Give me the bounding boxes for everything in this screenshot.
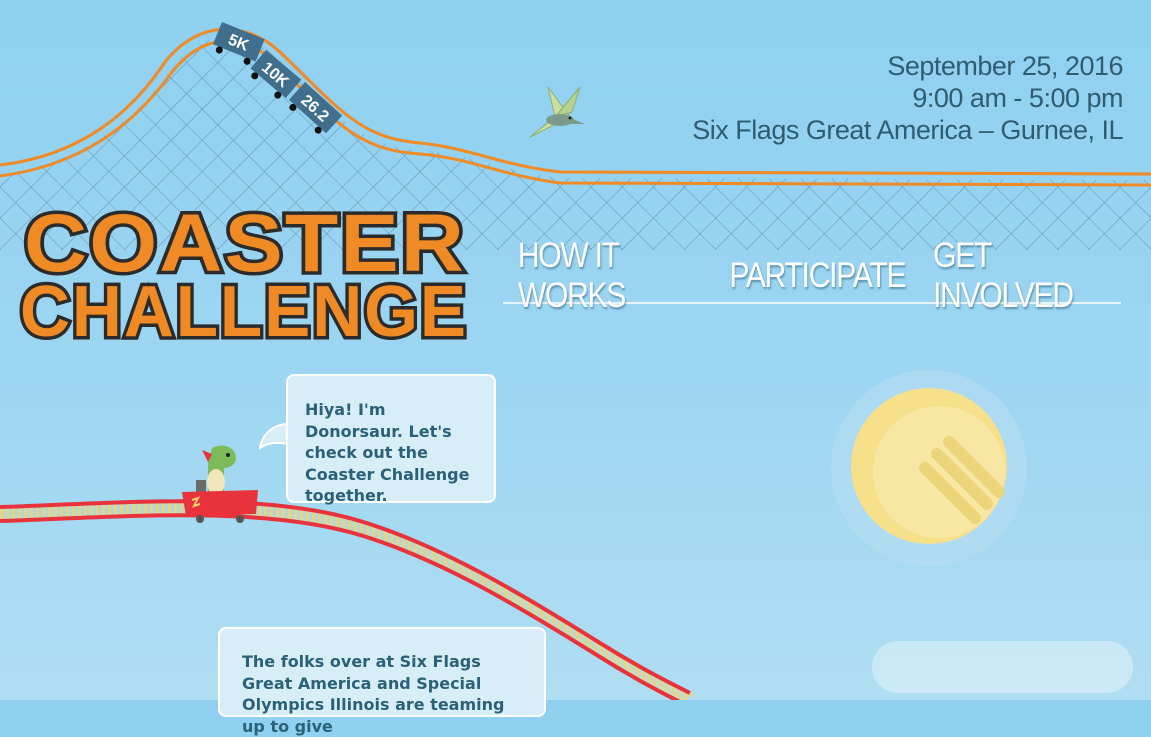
intro-bubble-text: Hiya! I'm Donorsaur. Let's check out the… xyxy=(305,400,470,505)
red-coaster-track xyxy=(0,499,694,700)
second-speech-bubble: The folks over at Six Flags Great Americ… xyxy=(218,627,546,736)
intro-speech-bubble: Hiya! I'm Donorsaur. Let's check out the… xyxy=(286,374,496,505)
cloud xyxy=(872,641,1133,693)
second-bubble-text: The folks over at Six Flags Great Americ… xyxy=(242,652,505,736)
